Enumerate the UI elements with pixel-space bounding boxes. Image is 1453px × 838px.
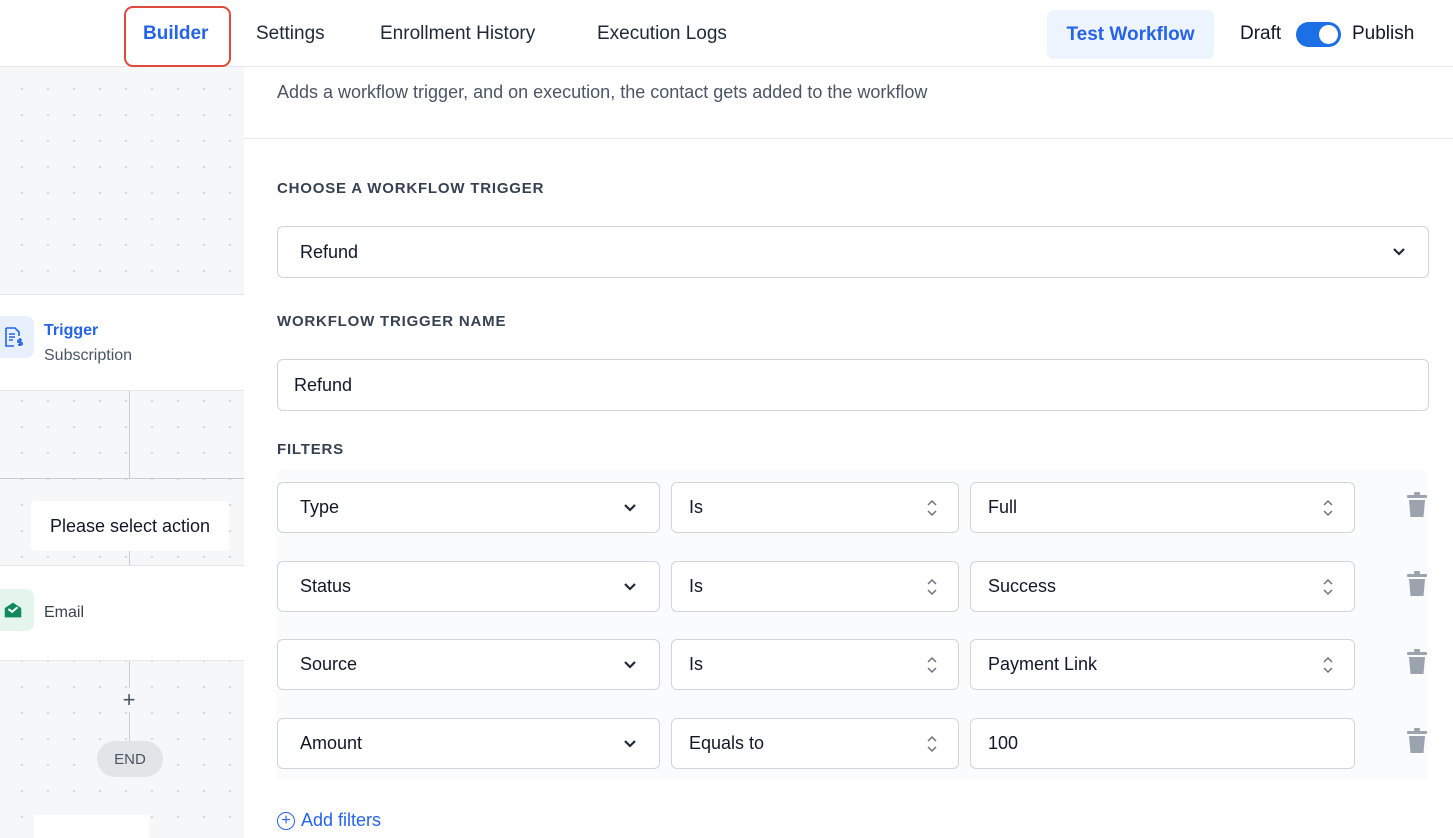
sort-updown-icon (1323, 578, 1333, 595)
chevron-down-icon (624, 739, 636, 748)
trigger-name-input[interactable]: Refund (277, 359, 1429, 411)
filter-operator-select[interactable]: Is (671, 639, 959, 690)
email-node-title: Email (44, 604, 85, 621)
sort-updown-icon (927, 578, 937, 595)
filter-field-select[interactable]: Amount (277, 718, 660, 769)
filter-operator-value: Equals to (689, 733, 765, 753)
filter-field-value: Source (300, 654, 358, 674)
filter-operator-value: Is (689, 497, 704, 517)
filter-value: Full (988, 497, 1018, 517)
filter-value-select[interactable]: Full (970, 482, 1355, 533)
email-node[interactable]: Email (0, 565, 244, 661)
filter-value-select[interactable]: Payment Link (970, 639, 1355, 690)
add-filters-label: Add filters (301, 810, 382, 830)
filter-value-select[interactable]: Success (970, 561, 1355, 612)
filter-value: Success (988, 576, 1057, 596)
canvas-bottom-card (34, 815, 149, 838)
sort-updown-icon (927, 499, 937, 516)
filter-field-value: Amount (300, 733, 363, 753)
invoice-dollar-icon (0, 316, 34, 358)
trash-icon[interactable] (1405, 570, 1429, 598)
filter-field-value: Status (300, 576, 352, 596)
tab-execution-logs[interactable]: Execution Logs (597, 0, 727, 67)
trigger-settings-panel: Adds a workflow trigger, and on executio… (244, 67, 1453, 838)
workflow-trigger-select[interactable]: Refund (277, 226, 1429, 278)
publish-label: Publish (1352, 22, 1415, 44)
connector-line (129, 661, 130, 688)
select-action-button[interactable]: Please select action (31, 501, 229, 551)
tab-settings[interactable]: Settings (256, 0, 325, 67)
divider (244, 138, 1453, 139)
filters-label: FILTERS (277, 441, 344, 458)
chevron-down-icon (1393, 248, 1405, 256)
trigger-name-label: WORKFLOW TRIGGER NAME (277, 313, 507, 330)
connector-line (129, 712, 130, 741)
filter-amount-input[interactable]: 100 (970, 718, 1355, 769)
draft-label: Draft (1240, 22, 1282, 44)
chevron-down-icon (624, 503, 636, 512)
filter-operator-value: Is (689, 654, 704, 674)
connector-branch (0, 478, 244, 479)
filter-field-value: Type (300, 497, 340, 517)
sort-updown-icon (927, 656, 937, 673)
tab-builder[interactable]: Builder (143, 0, 208, 67)
panel-description: Adds a workflow trigger, and on executio… (277, 82, 928, 102)
filter-operator-select[interactable]: Equals to (671, 718, 959, 769)
top-navigation-bar: Builder Settings Enrollment History Exec… (0, 0, 1453, 67)
sort-updown-icon (1323, 499, 1333, 516)
chevron-down-icon (624, 582, 636, 591)
add-step-button[interactable]: + (119, 687, 139, 712)
chevron-down-icon (624, 660, 636, 669)
filter-value: Payment Link (988, 654, 1098, 674)
workflow-canvas[interactable]: Trigger Subscription Please select actio… (0, 67, 244, 838)
filter-field-select[interactable]: Type (277, 482, 660, 533)
filter-field-select[interactable]: Status (277, 561, 660, 612)
workflow-trigger-value: Refund (300, 241, 359, 262)
trash-icon[interactable] (1405, 727, 1429, 755)
sort-updown-icon (1323, 656, 1333, 673)
end-node: END (97, 741, 163, 777)
trigger-name-value: Refund (294, 374, 353, 395)
tab-enrollment-history[interactable]: Enrollment History (380, 0, 535, 67)
filter-operator-value: Is (689, 576, 704, 596)
sort-updown-icon (927, 735, 937, 752)
filter-operator-select[interactable]: Is (671, 482, 959, 533)
trigger-node[interactable]: Trigger Subscription (0, 294, 244, 391)
connector-line (129, 551, 130, 565)
trash-icon[interactable] (1405, 648, 1429, 676)
plus-circle-icon: + (277, 811, 295, 830)
publish-toggle[interactable] (1296, 22, 1341, 47)
trigger-node-title: Trigger (44, 322, 99, 339)
connector-line (129, 391, 130, 479)
filter-field-select[interactable]: Source (277, 639, 660, 690)
envelope-open-icon (0, 589, 34, 631)
test-workflow-button[interactable]: Test Workflow (1047, 10, 1214, 59)
add-filters-button[interactable]: + Add filters (277, 810, 381, 831)
toggle-knob (1319, 25, 1338, 44)
choose-trigger-label: CHOOSE A WORKFLOW TRIGGER (277, 180, 545, 197)
filter-operator-select[interactable]: Is (671, 561, 959, 612)
trash-icon[interactable] (1405, 491, 1429, 519)
trigger-node-subtitle: Subscription (44, 347, 133, 364)
filter-value: 100 (988, 733, 1019, 753)
